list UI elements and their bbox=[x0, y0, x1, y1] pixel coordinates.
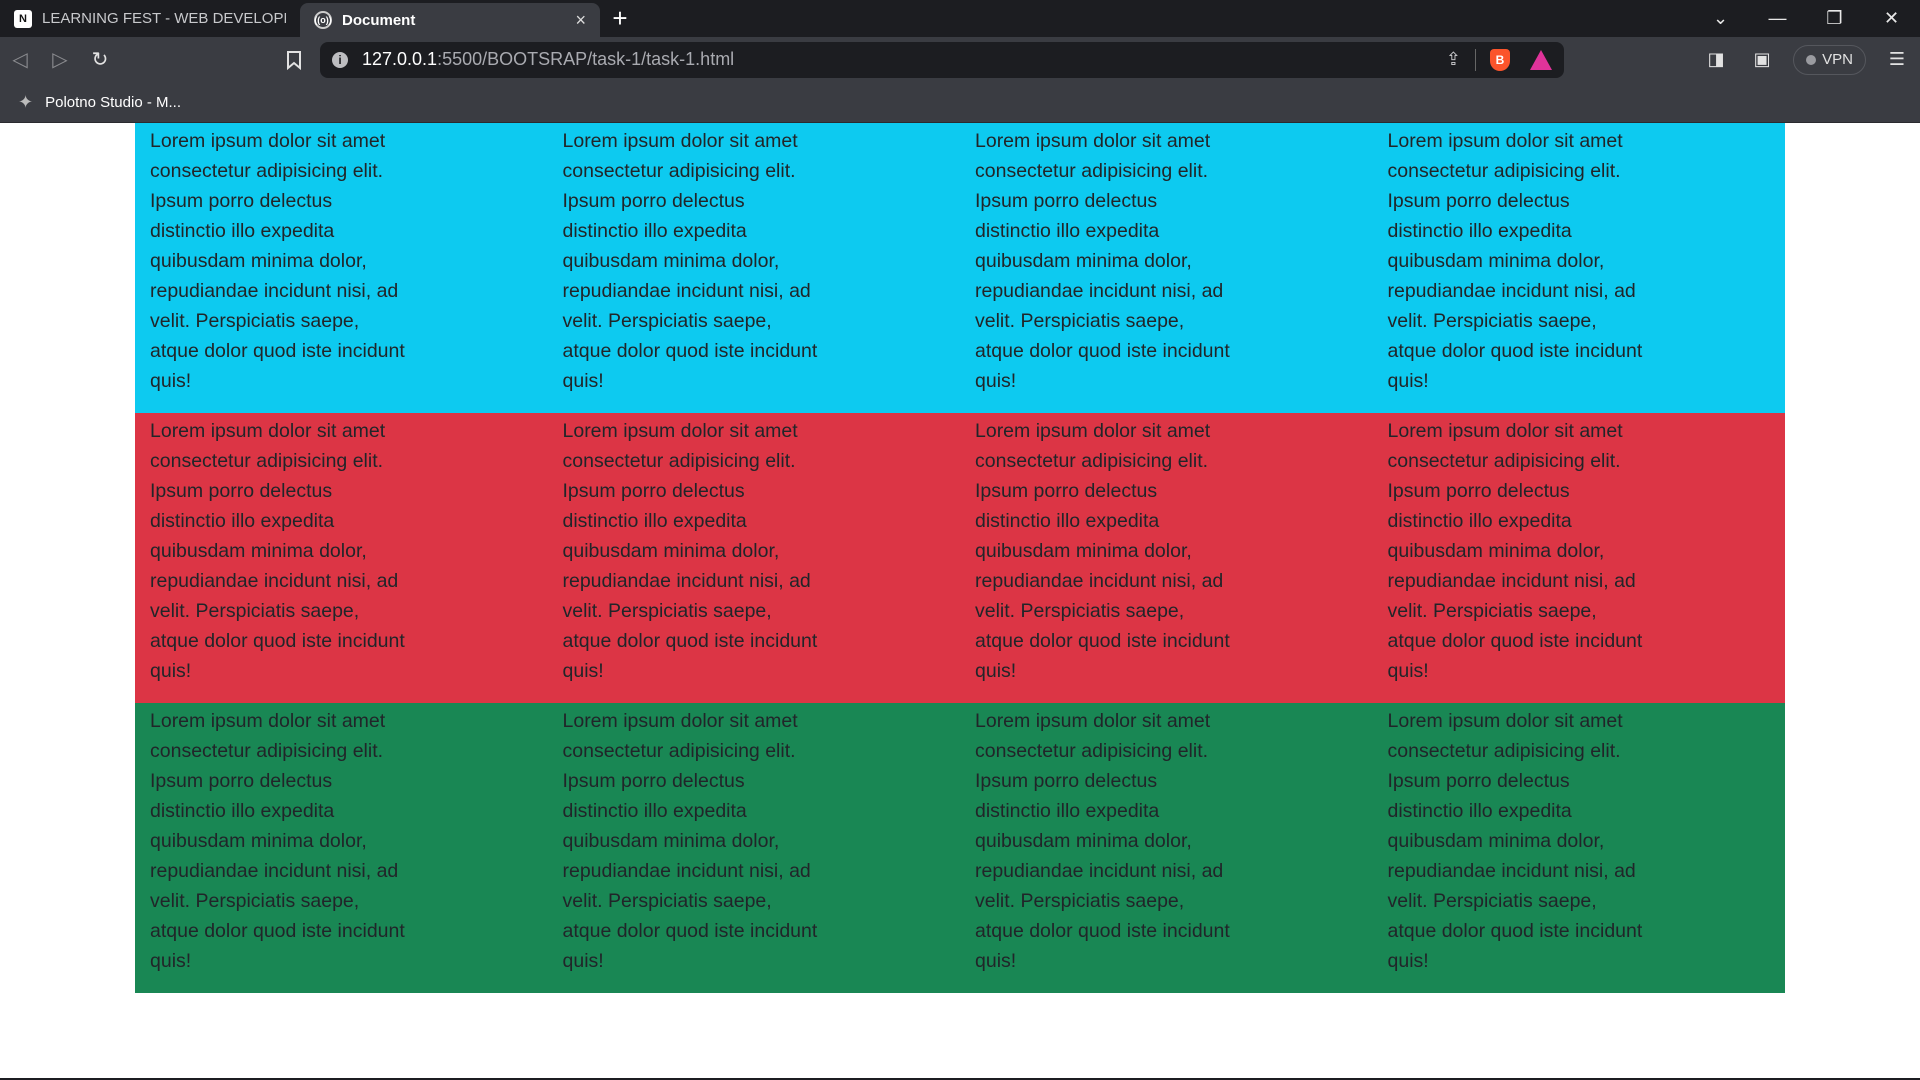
lorem-paragraph: Lorem ipsum dolor sit amet consectetur a… bbox=[562, 130, 818, 392]
bootstrap-container: Lorem ipsum dolor sit amet consectetur a… bbox=[135, 123, 1785, 993]
page-viewport: Lorem ipsum dolor sit amet consectetur a… bbox=[0, 123, 1920, 1078]
site-info-icon[interactable]: i bbox=[332, 51, 348, 68]
lorem-paragraph: Lorem ipsum dolor sit amet consectetur a… bbox=[150, 420, 405, 682]
notion-icon: N bbox=[14, 9, 32, 28]
sidebar-icon[interactable]: ◨ bbox=[1693, 40, 1739, 80]
wallet-icon[interactable]: ▣ bbox=[1739, 40, 1785, 80]
menu-icon[interactable]: ☰ bbox=[1874, 40, 1920, 80]
lorem-paragraph: Lorem ipsum dolor sit amet consectetur a… bbox=[975, 130, 1230, 392]
grid-column: Lorem ipsum dolor sit amet consectetur a… bbox=[960, 703, 1373, 993]
minimize-button[interactable]: — bbox=[1749, 0, 1806, 37]
urlbar-divider bbox=[1475, 48, 1476, 71]
lorem-paragraph: Lorem ipsum dolor sit amet consectetur a… bbox=[1387, 710, 1643, 972]
grid-column: Lorem ipsum dolor sit amet consectetur a… bbox=[135, 123, 548, 413]
lorem-paragraph: Lorem ipsum dolor sit amet consectetur a… bbox=[562, 420, 818, 682]
lorem-paragraph: Lorem ipsum dolor sit amet consectetur a… bbox=[150, 710, 405, 972]
url-host: 127.0.0.1 bbox=[362, 49, 438, 69]
grid-column: Lorem ipsum dolor sit amet consectetur a… bbox=[548, 123, 961, 413]
bookmark-outline-icon bbox=[287, 50, 301, 70]
lorem-paragraph: Lorem ipsum dolor sit amet consectetur a… bbox=[975, 710, 1230, 972]
tab-title: LEARNING FEST - WEB DEVELOPMENT bbox=[42, 10, 286, 27]
row-red: Lorem ipsum dolor sit amet consectetur a… bbox=[135, 413, 1785, 703]
address-bar[interactable]: i 127.0.0.1 :5500/BOOTSRAP/task-1/task-1… bbox=[320, 41, 1564, 78]
lorem-paragraph: Lorem ipsum dolor sit amet consectetur a… bbox=[975, 420, 1230, 682]
bookmark-label: Polotno Studio - M... bbox=[45, 93, 181, 111]
bookmarks-bar: ✦ Polotno Studio - M... bbox=[0, 82, 1920, 123]
lorem-paragraph: Lorem ipsum dolor sit amet consectetur a… bbox=[1387, 130, 1643, 392]
grid-column: Lorem ipsum dolor sit amet consectetur a… bbox=[135, 413, 548, 703]
lorem-paragraph: Lorem ipsum dolor sit amet consectetur a… bbox=[150, 130, 405, 392]
vpn-status-icon bbox=[1806, 54, 1817, 65]
grid-column: Lorem ipsum dolor sit amet consectetur a… bbox=[1373, 123, 1786, 413]
grid-column: Lorem ipsum dolor sit amet consectetur a… bbox=[1373, 413, 1786, 703]
lorem-paragraph: Lorem ipsum dolor sit amet consectetur a… bbox=[562, 710, 818, 972]
grid-column: Lorem ipsum dolor sit amet consectetur a… bbox=[548, 703, 961, 993]
brave-rewards-icon[interactable] bbox=[1530, 49, 1552, 70]
grid-column: Lorem ipsum dolor sit amet consectetur a… bbox=[548, 413, 961, 703]
bookmark-polotno-studio[interactable]: ✦ Polotno Studio - M... bbox=[18, 92, 181, 113]
vpn-button[interactable]: VPN bbox=[1793, 44, 1866, 75]
tab-strip: N LEARNING FEST - WEB DEVELOPMENT ((o)) … bbox=[0, 0, 1920, 37]
reload-button[interactable]: ↻ bbox=[80, 40, 120, 80]
row-cyan: Lorem ipsum dolor sit amet consectetur a… bbox=[135, 123, 1785, 413]
tab-learning-fest[interactable]: N LEARNING FEST - WEB DEVELOPMENT bbox=[0, 0, 300, 37]
lorem-paragraph: Lorem ipsum dolor sit amet consectetur a… bbox=[1387, 420, 1643, 682]
tab-document[interactable]: ((o)) Document × bbox=[300, 3, 600, 37]
tab-title: Document bbox=[342, 11, 416, 29]
share-icon[interactable]: ⇪ bbox=[1446, 49, 1461, 70]
tab-list-chevron-icon[interactable]: ⌄ bbox=[1692, 0, 1749, 37]
vpn-label: VPN bbox=[1822, 51, 1853, 68]
browser-toolbar: ◁ ▷ ↻ i 127.0.0.1 :5500/BOOTSRAP/task-1/… bbox=[0, 37, 1920, 82]
back-button[interactable]: ◁ bbox=[0, 40, 40, 80]
polotno-icon: ✦ bbox=[18, 91, 34, 112]
url-path: :5500/BOOTSRAP/task-1/task-1.html bbox=[437, 49, 735, 69]
grid-column: Lorem ipsum dolor sit amet consectetur a… bbox=[960, 123, 1373, 413]
row-green: Lorem ipsum dolor sit amet consectetur a… bbox=[135, 703, 1785, 993]
grid-column: Lorem ipsum dolor sit amet consectetur a… bbox=[960, 413, 1373, 703]
grid-column: Lorem ipsum dolor sit amet consectetur a… bbox=[1373, 703, 1786, 993]
window-controls: ⌄ — ❐ ✕ bbox=[1692, 0, 1920, 37]
grid-column: Lorem ipsum dolor sit amet consectetur a… bbox=[135, 703, 548, 993]
broadcast-icon: ((o)) bbox=[314, 11, 332, 29]
bookmark-page-icon[interactable] bbox=[274, 50, 314, 70]
forward-button[interactable]: ▷ bbox=[40, 40, 80, 80]
restore-button[interactable]: ❐ bbox=[1806, 0, 1863, 37]
close-window-button[interactable]: ✕ bbox=[1863, 0, 1920, 37]
toolbar-right: ◨ ▣ VPN ☰ bbox=[1693, 40, 1920, 80]
close-tab-icon[interactable]: × bbox=[575, 10, 586, 31]
brave-shields-icon[interactable]: B bbox=[1490, 48, 1510, 71]
new-tab-button[interactable]: + bbox=[600, 0, 640, 37]
